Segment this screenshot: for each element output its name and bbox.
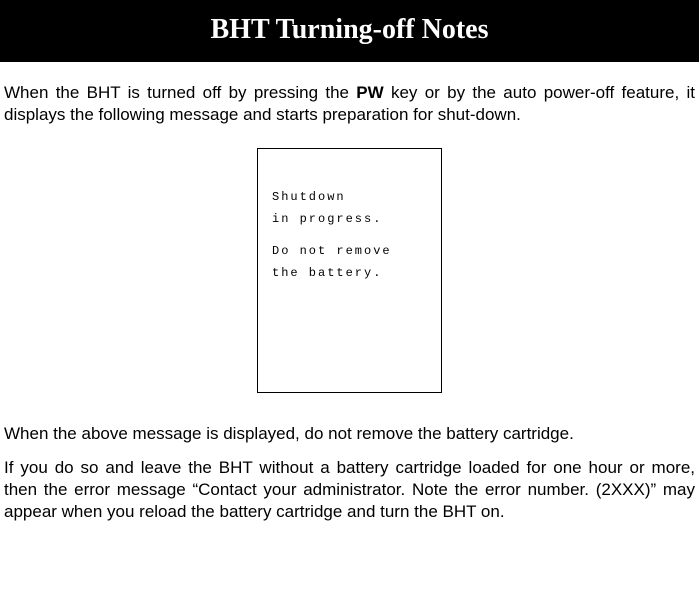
- device-line-2: in progress.: [272, 213, 427, 225]
- pw-key-label: PW: [356, 83, 383, 102]
- device-message: Shutdown in progress. Do not remove the …: [272, 163, 427, 279]
- device-line-1: Shutdown: [272, 191, 427, 203]
- device-line-3: Do not remove: [272, 245, 427, 257]
- device-line-4: the battery.: [272, 267, 427, 279]
- warning-paragraph-1: When the above message is displayed, do …: [0, 413, 699, 449]
- page-title: BHT Turning-off Notes: [0, 0, 699, 62]
- intro-paragraph: When the BHT is turned off by pressing t…: [0, 62, 699, 130]
- device-screen: Shutdown in progress. Do not remove the …: [257, 148, 442, 393]
- device-screen-container: Shutdown in progress. Do not remove the …: [0, 130, 699, 413]
- warning-paragraph-2: If you do so and leave the BHT without a…: [0, 449, 699, 527]
- intro-text-before: When the BHT is turned off by pressing t…: [4, 83, 356, 102]
